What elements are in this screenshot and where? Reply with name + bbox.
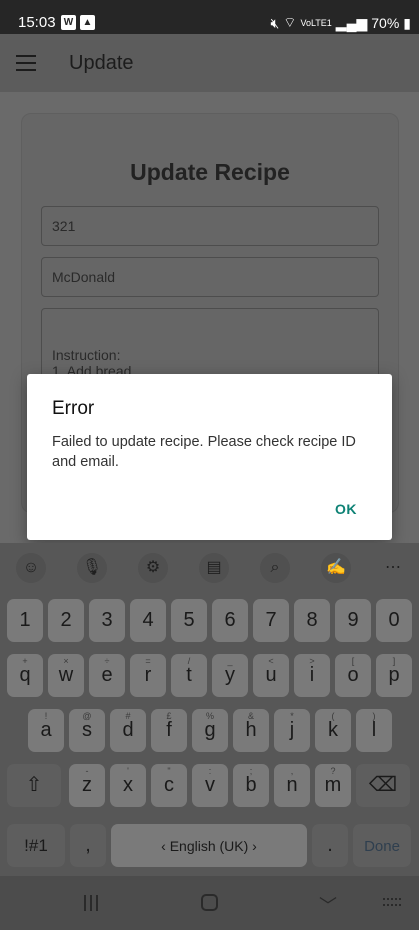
dialog-message: Failed to update recipe. Please check re… [52,434,356,470]
key-o[interactable]: o[ [335,654,371,697]
shift-key[interactable]: ⇧ [7,764,61,807]
backspace-key[interactable]: ⌫ [356,764,410,807]
handwriting-icon[interactable]: ✍ [321,553,351,583]
mic-icon[interactable]: 🎙︎ [77,553,107,583]
keyboard-toolbar: ☺ 🎙︎ ⚙ ▤ ⌕ ✍ ⋯ [0,543,419,591]
key-q[interactable]: q + [7,654,43,697]
settings-icon[interactable]: ⚙ [138,553,168,583]
recipe-id-input[interactable]: 321 [41,206,379,246]
key-w[interactable]: w × [48,654,84,697]
key-m[interactable]: m? [315,764,351,807]
key-t[interactable]: t / [171,654,207,697]
instructions-line-1: Instruction: [52,347,121,363]
key-1[interactable]: 1 [7,599,43,642]
search-icon[interactable]: ⌕ [260,553,290,583]
keyboard-switch-icon[interactable] [383,898,401,908]
space-bar[interactable]: ‹ English (UK) › [111,824,307,867]
battery-level: 70% [371,15,400,31]
key-e[interactable]: e ÷ [89,654,125,697]
battery-icon: ▮ [403,14,411,31]
symbols-key[interactable]: !#1 [7,824,65,867]
mute-icon: 🔇︎ [270,14,280,31]
comma-key[interactable]: , [70,824,106,867]
signal-icon: ▂▄▆ [335,14,368,31]
key-u[interactable]: u < [253,654,289,697]
clipboard-icon[interactable]: ▤ [199,553,229,583]
key-8[interactable]: 8 [294,599,330,642]
wifi-icon: ⌔ [283,14,297,30]
key-r[interactable]: r = [130,654,166,697]
app-bar: Update [0,34,419,92]
key-y[interactable]: y _ [212,654,248,697]
key-x[interactable]: x ' [110,764,146,807]
key-9[interactable]: 9 [335,599,371,642]
gallery-icon: ▲ [80,15,95,30]
key-5[interactable]: 5 [171,599,207,642]
key-f[interactable]: f £ [151,709,187,752]
key-6[interactable]: 6 [212,599,248,642]
period-key[interactable]: . [312,824,348,867]
dialog-title: Error [52,398,95,419]
status-bar: 15:03 W ▲ 🔇︎ ⌔ VoLTE1 ▂▄▆ 70% ▮ [0,0,419,34]
key-d[interactable]: d # [110,709,146,752]
recents-icon[interactable] [84,895,102,911]
emoji-icon[interactable]: ☺ [16,553,46,583]
key-k[interactable]: k( [315,709,351,752]
key-b[interactable]: b; [233,764,269,807]
keyboard: ☺ 🎙︎ ⚙ ▤ ⌕ ✍ ⋯ 1 2 3 4 5 6 7 8 9 0 q + w × e ÷ r = t / y _ u < i… [0,543,419,876]
key-v[interactable]: v: [192,764,228,807]
key-z[interactable]: z- [69,764,105,807]
key-i[interactable]: i > [294,654,330,697]
key-j[interactable]: j * [274,709,310,752]
key-g[interactable]: g% [192,709,228,752]
done-key[interactable]: Done [353,824,411,867]
ok-button[interactable]: OK [335,501,357,517]
key-n[interactable]: n, [274,764,310,807]
volte-indicator: VoLTE1 [300,18,332,28]
key-3[interactable]: 3 [89,599,125,642]
key-s[interactable]: s @ [69,709,105,752]
menu-icon[interactable] [16,55,36,71]
key-a[interactable]: a! [28,709,64,752]
key-4[interactable]: 4 [130,599,166,642]
form-heading: Update Recipe [130,159,290,185]
key-h[interactable]: h & [233,709,269,752]
home-icon[interactable] [201,894,218,911]
email-input[interactable]: McDonald [41,257,379,297]
key-7[interactable]: 7 [253,599,289,642]
key-l[interactable]: l) [356,709,392,752]
key-0[interactable]: 0 [376,599,412,642]
page-title: Update [69,52,134,74]
app-notification-icon: W [61,15,76,30]
navigation-bar: ﹀ [0,876,419,930]
hide-keyboard-icon[interactable]: ﹀ [319,892,337,918]
error-dialog: Error Failed to update recipe. Please ch… [27,374,392,540]
key-2[interactable]: 2 [48,599,84,642]
more-icon[interactable]: ⋯ [378,553,408,583]
key-p[interactable]: p] [376,654,412,697]
key-c[interactable]: c " [151,764,187,807]
clock: 15:03 [18,14,56,31]
